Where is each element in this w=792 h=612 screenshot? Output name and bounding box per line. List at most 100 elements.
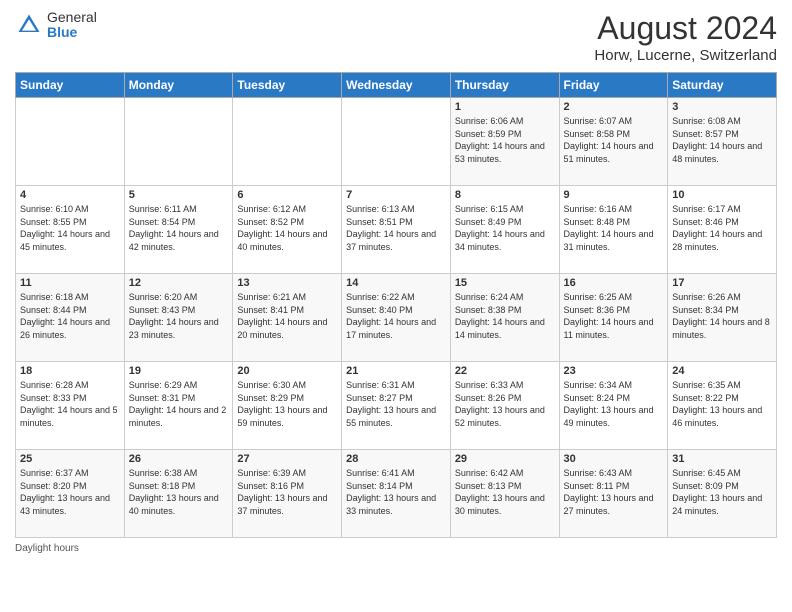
calendar-cell: 24Sunrise: 6:35 AMSunset: 8:22 PMDayligh… [668, 362, 777, 450]
day-header-saturday: Saturday [668, 73, 777, 98]
day-number: 20 [237, 365, 337, 377]
day-info: Sunrise: 6:18 AMSunset: 8:44 PMDaylight:… [20, 291, 120, 341]
calendar-cell [124, 98, 233, 186]
calendar-cell: 9 Sunrise: 6:16 AMSunset: 8:48 PMDaylight… [559, 186, 668, 274]
day-info: Sunrise: 6:13 AMSunset: 8:51 PMDaylight:… [346, 203, 446, 253]
day-info: Sunrise: 6:17 AMSunset: 8:46 PMDaylight:… [672, 203, 772, 253]
day-number: 17 [672, 277, 772, 289]
day-number: 22 [455, 365, 555, 377]
day-info: Sunrise: 6:21 AMSunset: 8:41 PMDaylight:… [237, 291, 337, 341]
calendar-cell: 11 Sunrise: 6:18 AMSunset: 8:44 PMDayligh… [16, 274, 125, 362]
day-number: 8 [455, 189, 555, 201]
day-number: 7 [346, 189, 446, 201]
calendar-cell: 8 Sunrise: 6:15 AMSunset: 8:49 PMDaylight… [450, 186, 559, 274]
day-header-wednesday: Wednesday [342, 73, 451, 98]
day-number: 4 [20, 189, 120, 201]
calendar-cell: 23 Sunrise: 6:34 AMSunset: 8:24 PMDayligh… [559, 362, 668, 450]
day-info: Sunrise: 6:25 AMSunset: 8:36 PMDaylight:… [564, 291, 664, 341]
day-info: Sunrise: 6:33 AMSunset: 8:26 PMDaylight:… [455, 379, 555, 429]
day-number: 1 [455, 101, 555, 113]
day-number: 21 [346, 365, 446, 377]
calendar-cell: 28 Sunrise: 6:41 AMSunset: 8:14 PMDayligh… [342, 450, 451, 538]
day-number: 2 [564, 101, 664, 113]
day-info: Sunrise: 6:11 AMSunset: 8:54 PMDaylight:… [129, 203, 229, 253]
calendar-cell: 6 Sunrise: 6:12 AMSunset: 8:52 PMDaylight… [233, 186, 342, 274]
day-info: Sunrise: 6:39 AMSunset: 8:16 PMDaylight:… [237, 467, 337, 517]
day-number: 30 [564, 453, 664, 465]
day-number: 25 [20, 453, 120, 465]
day-number: 6 [237, 189, 337, 201]
month-year: August 2024 [594, 10, 777, 47]
logo: General Blue [15, 10, 97, 41]
day-info: Sunrise: 6:37 AMSunset: 8:20 PMDaylight:… [20, 467, 120, 517]
day-info: Sunrise: 6:30 AMSunset: 8:29 PMDaylight:… [237, 379, 337, 429]
day-info: Sunrise: 6:22 AMSunset: 8:40 PMDaylight:… [346, 291, 446, 341]
calendar-cell: 27 Sunrise: 6:39 AMSunset: 8:16 PMDayligh… [233, 450, 342, 538]
day-info: Sunrise: 6:12 AMSunset: 8:52 PMDaylight:… [237, 203, 337, 253]
calendar-cell: 12 Sunrise: 6:20 AMSunset: 8:43 PMDayligh… [124, 274, 233, 362]
day-number: 19 [129, 365, 229, 377]
day-info: Sunrise: 6:41 AMSunset: 8:14 PMDaylight:… [346, 467, 446, 517]
location: Horw, Lucerne, Switzerland [594, 47, 777, 64]
day-number: 18 [20, 365, 120, 377]
day-number: 29 [455, 453, 555, 465]
calendar-cell: 2Sunrise: 6:07 AMSunset: 8:58 PMDaylight… [559, 98, 668, 186]
calendar-cell: 20 Sunrise: 6:30 AMSunset: 8:29 PMDayligh… [233, 362, 342, 450]
calendar-cell: 14 Sunrise: 6:22 AMSunset: 8:40 PMDayligh… [342, 274, 451, 362]
day-header-tuesday: Tuesday [233, 73, 342, 98]
calendar-cell: 17 Sunrise: 6:26 AMSunset: 8:34 PMDayligh… [668, 274, 777, 362]
day-info: Sunrise: 6:28 AMSunset: 8:33 PMDaylight:… [20, 379, 120, 429]
logo-blue: Blue [47, 25, 97, 40]
calendar-cell: 4Sunrise: 6:10 AMSunset: 8:55 PMDaylight… [16, 186, 125, 274]
day-number: 28 [346, 453, 446, 465]
calendar-cell: 13Sunrise: 6:21 AMSunset: 8:41 PMDayligh… [233, 274, 342, 362]
page: General Blue August 2024 Horw, Lucerne, … [0, 0, 792, 612]
calendar: SundayMondayTuesdayWednesdayThursdayFrid… [15, 72, 777, 538]
day-header-friday: Friday [559, 73, 668, 98]
day-info: Sunrise: 6:31 AMSunset: 8:27 PMDaylight:… [346, 379, 446, 429]
day-header-monday: Monday [124, 73, 233, 98]
day-info: Sunrise: 6:15 AMSunset: 8:49 PMDaylight:… [455, 203, 555, 253]
logo-text: General Blue [47, 10, 97, 41]
calendar-cell: 25 Sunrise: 6:37 AMSunset: 8:20 PMDayligh… [16, 450, 125, 538]
footer-label: Daylight hours [15, 543, 79, 554]
day-number: 11 [20, 277, 120, 289]
day-number: 26 [129, 453, 229, 465]
calendar-cell: 3Sunrise: 6:08 AMSunset: 8:57 PMDaylight… [668, 98, 777, 186]
day-number: 10 [672, 189, 772, 201]
calendar-cell: 19 Sunrise: 6:29 AMSunset: 8:31 PMDayligh… [124, 362, 233, 450]
day-info: Sunrise: 6:06 AMSunset: 8:59 PMDaylight:… [455, 115, 555, 165]
day-number: 14 [346, 277, 446, 289]
calendar-header-row: SundayMondayTuesdayWednesdayThursdayFrid… [16, 73, 777, 98]
calendar-week-4: 25 Sunrise: 6:37 AMSunset: 8:20 PMDayligh… [16, 450, 777, 538]
calendar-week-2: 11 Sunrise: 6:18 AMSunset: 8:44 PMDayligh… [16, 274, 777, 362]
calendar-cell: 21 Sunrise: 6:31 AMSunset: 8:27 PMDayligh… [342, 362, 451, 450]
day-info: Sunrise: 6:24 AMSunset: 8:38 PMDaylight:… [455, 291, 555, 341]
day-info: Sunrise: 6:35 AMSunset: 8:22 PMDaylight:… [672, 379, 772, 429]
day-info: Sunrise: 6:26 AMSunset: 8:34 PMDaylight:… [672, 291, 772, 341]
day-info: Sunrise: 6:43 AMSunset: 8:11 PMDaylight:… [564, 467, 664, 517]
day-info: Sunrise: 6:29 AMSunset: 8:31 PMDaylight:… [129, 379, 229, 429]
calendar-cell: 1 Sunrise: 6:06 AMSunset: 8:59 PMDaylight… [450, 98, 559, 186]
day-info: Sunrise: 6:34 AMSunset: 8:24 PMDaylight:… [564, 379, 664, 429]
day-number: 16 [564, 277, 664, 289]
day-number: 23 [564, 365, 664, 377]
calendar-cell: 22 Sunrise: 6:33 AMSunset: 8:26 PMDayligh… [450, 362, 559, 450]
calendar-cell [342, 98, 451, 186]
calendar-week-0: 1 Sunrise: 6:06 AMSunset: 8:59 PMDaylight… [16, 98, 777, 186]
day-info: Sunrise: 6:16 AMSunset: 8:48 PMDaylight:… [564, 203, 664, 253]
day-header-thursday: Thursday [450, 73, 559, 98]
calendar-cell: 7 Sunrise: 6:13 AMSunset: 8:51 PMDaylight… [342, 186, 451, 274]
day-number: 9 [564, 189, 664, 201]
day-info: Sunrise: 6:20 AMSunset: 8:43 PMDaylight:… [129, 291, 229, 341]
day-info: Sunrise: 6:38 AMSunset: 8:18 PMDaylight:… [129, 467, 229, 517]
calendar-cell: 31Sunrise: 6:45 AMSunset: 8:09 PMDayligh… [668, 450, 777, 538]
day-info: Sunrise: 6:42 AMSunset: 8:13 PMDaylight:… [455, 467, 555, 517]
calendar-cell: 18 Sunrise: 6:28 AMSunset: 8:33 PMDayligh… [16, 362, 125, 450]
day-number: 27 [237, 453, 337, 465]
day-number: 12 [129, 277, 229, 289]
day-number: 15 [455, 277, 555, 289]
calendar-cell: 26 Sunrise: 6:38 AMSunset: 8:18 PMDayligh… [124, 450, 233, 538]
day-number: 31 [672, 453, 772, 465]
calendar-cell: 29 Sunrise: 6:42 AMSunset: 8:13 PMDayligh… [450, 450, 559, 538]
